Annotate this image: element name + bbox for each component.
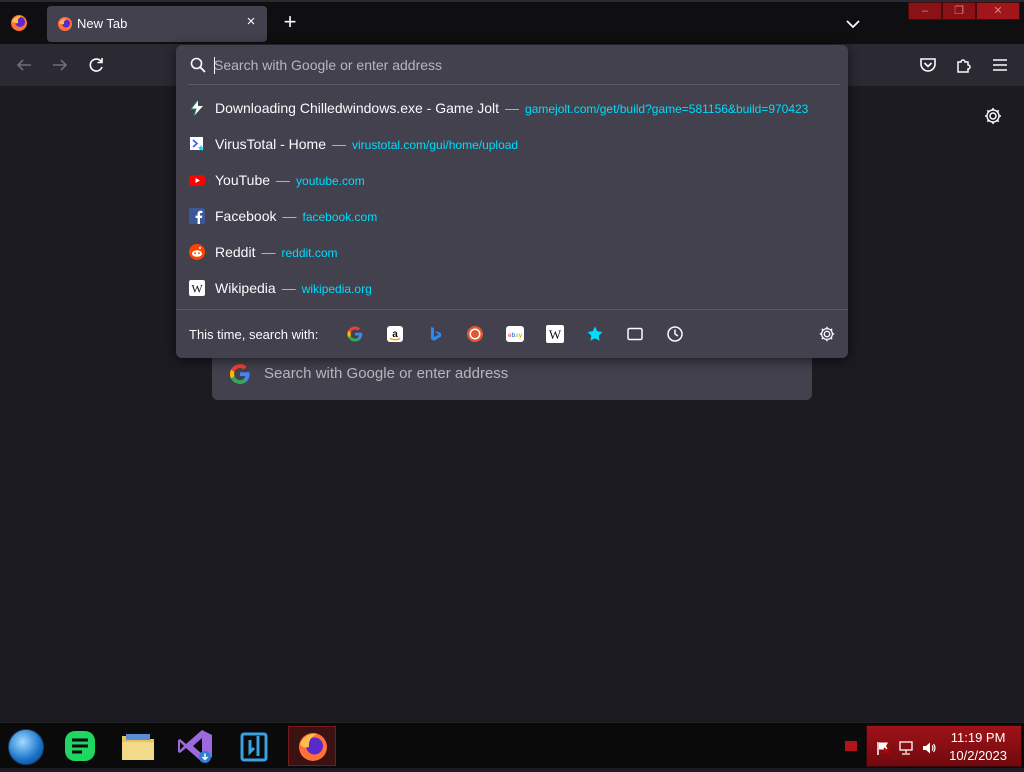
svg-text:a: a (392, 329, 398, 340)
urlbar-input-row[interactable]: Search with Google or enter address (176, 45, 848, 85)
suggestion-text: Facebook — facebook.com (215, 208, 377, 224)
history-icon[interactable] (666, 325, 684, 343)
firefox-taskbar-icon[interactable] (288, 726, 336, 766)
suggestion-url: virustotal.com/gui/home/upload (352, 138, 519, 152)
suggestion-separator: — (261, 244, 276, 260)
suggestion-url: gamejolt.com/get/build?game=581156&build… (525, 102, 809, 116)
text-caret (214, 57, 215, 74)
svg-text:W: W (191, 282, 203, 296)
suggestion-text: VirusTotal - Home — virustotal.com/gui/hom… (215, 136, 518, 152)
virustotal-icon (189, 136, 205, 152)
system-tray: 11:19 PM 10/2/2023 (866, 725, 1022, 767)
notification-flag-icon[interactable] (845, 741, 857, 751)
suggestion-row[interactable]: VirusTotal - Home — virustotal.com/gui/hom… (176, 126, 848, 162)
clock-time: 11:19 PM (950, 730, 1006, 745)
clock[interactable]: 11:19 PM 10/2/2023 (949, 729, 1007, 765)
suggestion-title: VirusTotal - Home (215, 136, 327, 152)
tab-new-tab[interactable]: New Tab × (47, 6, 267, 42)
action-center-flag-icon[interactable] (875, 740, 891, 756)
suggestion-row[interactable]: W Wikipedia — wikipedia.org (176, 270, 848, 306)
volume-icon[interactable] (921, 740, 937, 756)
suggestion-text: Wikipedia — wikipedia.org (215, 280, 372, 296)
urlbar-dropdown: Search with Google or enter address Down… (176, 45, 848, 358)
duckduckgo-icon[interactable] (466, 325, 484, 343)
suggestion-row[interactable]: Reddit — reddit.com (176, 234, 848, 270)
back-icon[interactable] (13, 54, 35, 76)
gamejolt-icon (189, 99, 205, 117)
suggestion-separator: — (276, 172, 291, 188)
pocket-icon[interactable] (917, 54, 939, 76)
suggestion-separator: — (332, 136, 347, 152)
suggestion-row[interactable]: Downloading Chilledwindows.exe - Game Jo… (176, 90, 848, 126)
one-off-search-bar: This time, search with: a ebay W (176, 310, 848, 358)
youtube-icon (189, 172, 205, 188)
svg-text:ebay: ebay (508, 332, 523, 339)
content-search-placeholder: Search with Google or enter address (264, 365, 509, 382)
suggestion-row[interactable]: YouTube — youtube.com (176, 162, 848, 198)
window-controls: – ❐ ✕ (908, 2, 1020, 20)
amazon-icon[interactable]: a (386, 325, 404, 343)
notes-app-icon[interactable] (56, 726, 104, 766)
tab-close-icon[interactable]: × (243, 14, 259, 30)
suggestion-text: YouTube — youtube.com (215, 172, 365, 188)
tab-title: New Tab (77, 16, 128, 31)
firefox-favicon-icon (57, 16, 73, 32)
wikipedia-icon[interactable]: W (546, 325, 564, 343)
ebay-icon[interactable]: ebay (506, 325, 524, 343)
personalize-gear-icon[interactable] (983, 106, 1003, 126)
google-icon (228, 362, 252, 386)
divider (188, 84, 840, 85)
firefox-view-icon[interactable] (8, 12, 30, 34)
list-all-tabs-icon[interactable] (843, 14, 863, 34)
svg-text:W: W (549, 327, 562, 342)
clock-date: 10/2/2023 (949, 748, 1007, 763)
suggestion-url: youtube.com (296, 174, 365, 188)
suggestion-title: YouTube (215, 172, 271, 188)
suggestion-url: wikipedia.org (301, 282, 372, 296)
reload-icon[interactable] (85, 54, 107, 76)
suggestion-title: Wikipedia (215, 280, 276, 296)
tab-strip: New Tab × + – ❐ ✕ (0, 0, 1024, 44)
forward-icon[interactable] (49, 54, 71, 76)
urlbar-input[interactable]: Search with Google or enter address (214, 57, 814, 73)
suggestion-text: Reddit — reddit.com (215, 244, 338, 260)
suggestion-url: facebook.com (302, 210, 378, 224)
suggestion-separator: — (281, 280, 296, 296)
bing-icon[interactable] (426, 325, 444, 343)
reddit-icon (189, 244, 205, 260)
search-settings-gear-icon[interactable] (818, 325, 836, 343)
suggestion-text: Downloading Chilledwindows.exe - Game Jo… (215, 100, 808, 116)
vs-installer-icon[interactable] (230, 726, 278, 766)
suggestion-title: Downloading Chilledwindows.exe - Game Jo… (215, 100, 500, 116)
extensions-icon[interactable] (953, 54, 975, 76)
suggestion-title: Reddit (215, 244, 256, 260)
google-icon[interactable] (346, 325, 364, 343)
wikipedia-icon: W (189, 280, 205, 296)
suggestion-title: Facebook (215, 208, 277, 224)
close-window-button[interactable]: ✕ (976, 2, 1020, 20)
suggestion-separator: — (505, 100, 520, 116)
minimize-button[interactable]: – (908, 2, 942, 20)
taskbar: 11:19 PM 10/2/2023 (0, 722, 1024, 768)
hamburger-menu-icon[interactable] (989, 54, 1011, 76)
restore-button[interactable]: ❐ (942, 2, 976, 20)
suggestion-row[interactable]: Facebook — facebook.com (176, 198, 848, 234)
search-icon (190, 57, 206, 73)
suggestion-url: reddit.com (281, 246, 338, 260)
network-icon[interactable] (898, 740, 914, 756)
visual-studio-icon[interactable] (172, 726, 220, 766)
start-orb-icon[interactable] (8, 729, 44, 765)
facebook-icon (189, 208, 205, 224)
one-off-label: This time, search with: (189, 327, 319, 342)
file-explorer-icon[interactable] (114, 726, 162, 766)
suggestion-separator: — (282, 208, 297, 224)
new-tab-button[interactable]: + (280, 11, 300, 33)
bookmarks-icon[interactable] (586, 325, 604, 343)
tabs-icon[interactable] (626, 325, 644, 343)
